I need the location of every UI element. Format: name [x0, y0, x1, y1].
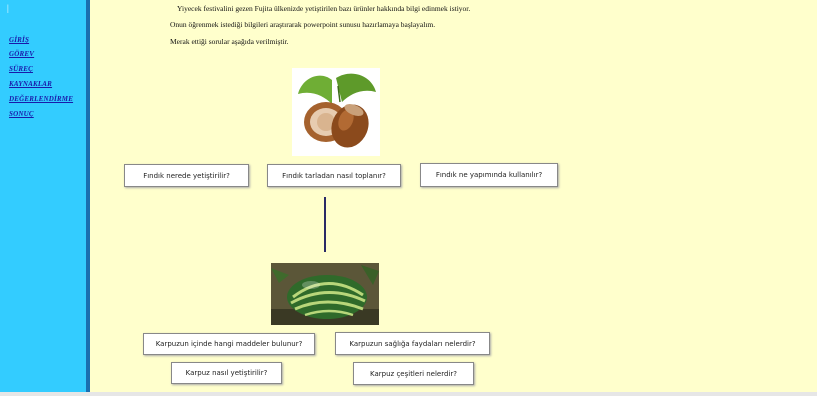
- intro-line-3: Merak ettiği sorular aşağıda verilmiştir…: [170, 37, 289, 46]
- intro-line-1: Yiyecek festivalini gezen Fujita ülkeniz…: [177, 4, 471, 13]
- watermelon-question-1[interactable]: Karpuzun içinde hangi maddeler bulunur?: [143, 333, 315, 355]
- hazelnut-image: [292, 68, 380, 156]
- nav-link-gorev[interactable]: GÖREV: [9, 50, 34, 58]
- sidebar-divider: [86, 0, 90, 392]
- watermelon-image: [271, 263, 379, 325]
- intro-line-2: Onun öğrenmek istediği bilgileri araştır…: [170, 20, 436, 29]
- watermelon-question-3[interactable]: Karpuz nasıl yetiştirilir?: [171, 362, 282, 384]
- nav-link-degerlendirme[interactable]: DEĞERLENDİRME: [9, 95, 73, 103]
- hazelnut-question-3[interactable]: Fındık ne yapımında kullanılır?: [420, 163, 558, 187]
- sidebar-nav: | GİRİŞ GÖREV SÜREÇ KAYNAKLAR DEĞERLENDİ…: [0, 0, 86, 392]
- watermelon-question-2[interactable]: Karpuzun sağlığa faydaları nelerdir?: [335, 332, 490, 355]
- hazelnut-question-2[interactable]: Fındık tarladan nasıl toplanır?: [267, 164, 401, 187]
- nav-link-surec[interactable]: SÜREÇ: [9, 65, 33, 73]
- sidebar-marker: |: [7, 3, 9, 13]
- nav-link-giris[interactable]: GİRİŞ: [9, 36, 29, 44]
- nav-link-kaynaklar[interactable]: KAYNAKLAR: [9, 80, 52, 88]
- hazelnut-question-1[interactable]: Fındık nerede yetiştirilir?: [124, 164, 249, 187]
- bottom-edge: [0, 392, 817, 396]
- watermelon-question-4[interactable]: Karpuz çeşitleri nelerdir?: [353, 362, 474, 385]
- connector-line: [324, 197, 326, 252]
- nav-link-sonuc[interactable]: SONUÇ: [9, 110, 34, 118]
